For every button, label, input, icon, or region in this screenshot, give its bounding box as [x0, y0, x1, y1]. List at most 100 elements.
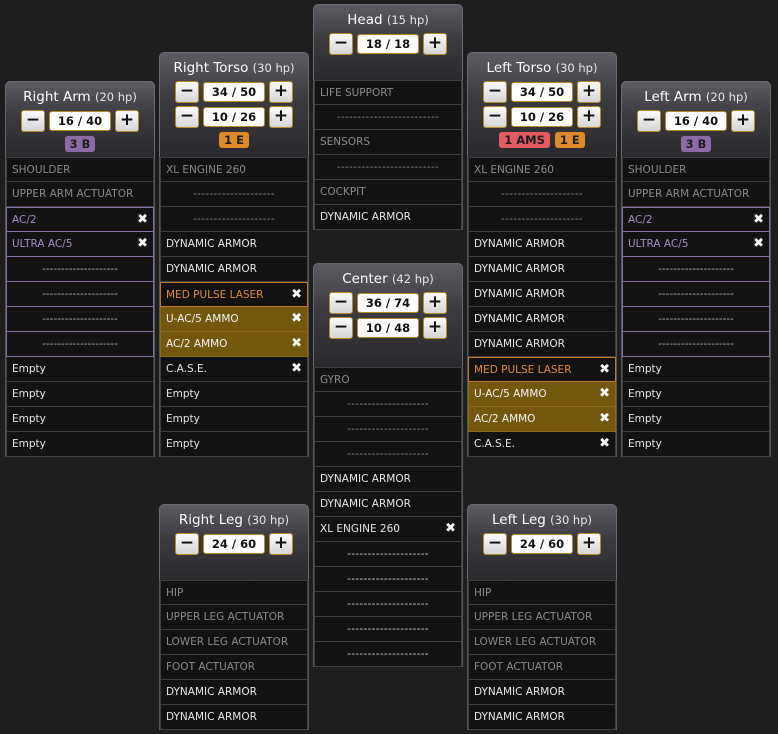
- slot-continuation: -------------------------: [314, 105, 462, 130]
- slot-weapon[interactable]: AC/2 ✖: [622, 207, 770, 232]
- slot-ammo[interactable]: U-AC/5 AMMO ✖: [160, 307, 308, 332]
- armor-increase-button[interactable]: +: [115, 109, 139, 132]
- remove-icon[interactable]: ✖: [445, 517, 456, 541]
- slot-fixed: XL ENGINE 260: [468, 157, 616, 182]
- slot-empty[interactable]: Empty: [160, 432, 308, 457]
- armor-decrease-button[interactable]: −: [637, 109, 661, 132]
- front-armor-increase-button[interactable]: +: [423, 291, 447, 314]
- slot-weapon[interactable]: ULTRA AC/5 ✖: [6, 232, 154, 257]
- armor-value: 18 / 18: [357, 33, 419, 54]
- slot-item: DYNAMIC ARMOR: [160, 232, 308, 257]
- slot-empty[interactable]: Empty: [622, 382, 770, 407]
- rear-armor-row: − 10 / 26 +: [160, 105, 308, 128]
- front-armor-increase-button[interactable]: +: [269, 80, 293, 103]
- slot-weapon[interactable]: AC/2 ✖: [6, 207, 154, 232]
- slot-item: DYNAMIC ARMOR: [160, 705, 308, 730]
- slot-item: DYNAMIC ARMOR: [468, 282, 616, 307]
- slot-continuation: --------------------: [314, 617, 462, 642]
- part-center: Center (42 hp) − 36 / 74 + − 10 / 48 + G…: [313, 263, 463, 667]
- slot-weapon[interactable]: MED PULSE LASER ✖: [160, 282, 308, 307]
- slot-item: DYNAMIC ARMOR: [468, 680, 616, 705]
- slot-fixed: UPPER ARM ACTUATOR: [622, 182, 770, 207]
- slot-item: DYNAMIC ARMOR: [160, 680, 308, 705]
- rear-armor-increase-button[interactable]: +: [269, 105, 293, 128]
- rear-armor-decrease-button[interactable]: −: [483, 105, 507, 128]
- remove-icon[interactable]: ✖: [291, 283, 302, 306]
- ballistic-hardpoint-badge: 3 B: [680, 136, 712, 152]
- armor-increase-button[interactable]: +: [731, 109, 755, 132]
- slot-ammo[interactable]: AC/2 AMMO ✖: [468, 407, 616, 432]
- armor-decrease-button[interactable]: −: [175, 532, 199, 555]
- slot-continuation: --------------------: [622, 307, 770, 332]
- slot-list: LIFE SUPPORT ------------------------- S…: [313, 80, 463, 230]
- front-armor-decrease-button[interactable]: −: [329, 291, 353, 314]
- remove-icon[interactable]: ✖: [599, 407, 610, 431]
- remove-icon[interactable]: ✖: [291, 357, 302, 381]
- remove-icon[interactable]: ✖: [753, 232, 764, 256]
- slot-fixed: LOWER LEG ACTUATOR: [160, 630, 308, 655]
- armor-increase-button[interactable]: +: [423, 32, 447, 55]
- slot-empty[interactable]: Empty: [6, 407, 154, 432]
- armor-row: − 24 / 60 +: [160, 532, 308, 555]
- armor-row: − 16 / 40 +: [6, 109, 154, 132]
- rear-armor-increase-button[interactable]: +: [577, 105, 601, 128]
- part-title: Center (42 hp): [342, 271, 434, 287]
- slot-fixed: HIP: [160, 580, 308, 605]
- remove-icon[interactable]: ✖: [753, 208, 764, 231]
- armor-decrease-button[interactable]: −: [21, 109, 45, 132]
- front-armor-decrease-button[interactable]: −: [175, 80, 199, 103]
- remove-icon[interactable]: ✖: [137, 232, 148, 256]
- armor-decrease-button[interactable]: −: [483, 532, 507, 555]
- armor-decrease-button[interactable]: −: [329, 32, 353, 55]
- remove-icon[interactable]: ✖: [291, 307, 302, 331]
- slot-item: DYNAMIC ARMOR: [314, 467, 462, 492]
- energy-hardpoint-badge: 1 E: [219, 132, 249, 148]
- remove-icon[interactable]: ✖: [599, 432, 610, 456]
- remove-icon[interactable]: ✖: [291, 332, 302, 356]
- slot-equipment[interactable]: C.A.S.E. ✖: [468, 432, 616, 457]
- armor-increase-button[interactable]: +: [577, 532, 601, 555]
- slot-ammo[interactable]: U-AC/5 AMMO ✖: [468, 382, 616, 407]
- armor-value: 24 / 60: [203, 533, 265, 554]
- remove-icon[interactable]: ✖: [599, 358, 610, 381]
- slot-label: AC/2: [12, 214, 37, 226]
- slot-ammo[interactable]: AC/2 AMMO ✖: [160, 332, 308, 357]
- slot-fixed: SHOULDER: [622, 157, 770, 182]
- slot-engine[interactable]: XL ENGINE 260 ✖: [314, 517, 462, 542]
- slot-item: DYNAMIC ARMOR: [314, 205, 462, 230]
- slot-continuation: --------------------: [6, 282, 154, 307]
- armor-row: − 16 / 40 +: [622, 109, 770, 132]
- slot-continuation: --------------------: [160, 182, 308, 207]
- armor-increase-button[interactable]: +: [269, 532, 293, 555]
- part-header: Head (15 hp) − 18 / 18 +: [313, 4, 463, 80]
- rear-armor-decrease-button[interactable]: −: [329, 316, 353, 339]
- rear-armor-value: 10 / 26: [511, 106, 573, 127]
- slot-empty[interactable]: Empty: [622, 407, 770, 432]
- front-armor-value: 34 / 50: [203, 81, 265, 102]
- remove-icon[interactable]: ✖: [599, 382, 610, 406]
- slot-weapon[interactable]: MED PULSE LASER ✖: [468, 357, 616, 382]
- ballistic-hardpoint-badge: 3 B: [64, 136, 96, 152]
- slot-fixed: UPPER LEG ACTUATOR: [468, 605, 616, 630]
- slot-empty[interactable]: Empty: [160, 407, 308, 432]
- rear-armor-increase-button[interactable]: +: [423, 316, 447, 339]
- rear-armor-decrease-button[interactable]: −: [175, 105, 199, 128]
- slot-empty[interactable]: Empty: [6, 382, 154, 407]
- slot-continuation: --------------------: [314, 642, 462, 667]
- remove-icon[interactable]: ✖: [137, 208, 148, 231]
- part-title: Right Leg (30 hp): [178, 512, 290, 528]
- slot-equipment[interactable]: C.A.S.E. ✖: [160, 357, 308, 382]
- front-armor-decrease-button[interactable]: −: [483, 80, 507, 103]
- slot-empty[interactable]: Empty: [160, 382, 308, 407]
- slot-continuation: --------------------: [622, 257, 770, 282]
- slot-continuation: --------------------: [468, 182, 616, 207]
- slot-empty[interactable]: Empty: [6, 357, 154, 382]
- slot-label: C.A.S.E.: [474, 438, 515, 450]
- slot-weapon[interactable]: ULTRA AC/5 ✖: [622, 232, 770, 257]
- slot-empty[interactable]: Empty: [6, 432, 154, 457]
- slot-empty[interactable]: Empty: [622, 432, 770, 457]
- rear-armor-row: − 10 / 48 +: [314, 316, 462, 339]
- slot-empty[interactable]: Empty: [622, 357, 770, 382]
- slot-continuation: --------------------: [314, 542, 462, 567]
- front-armor-increase-button[interactable]: +: [577, 80, 601, 103]
